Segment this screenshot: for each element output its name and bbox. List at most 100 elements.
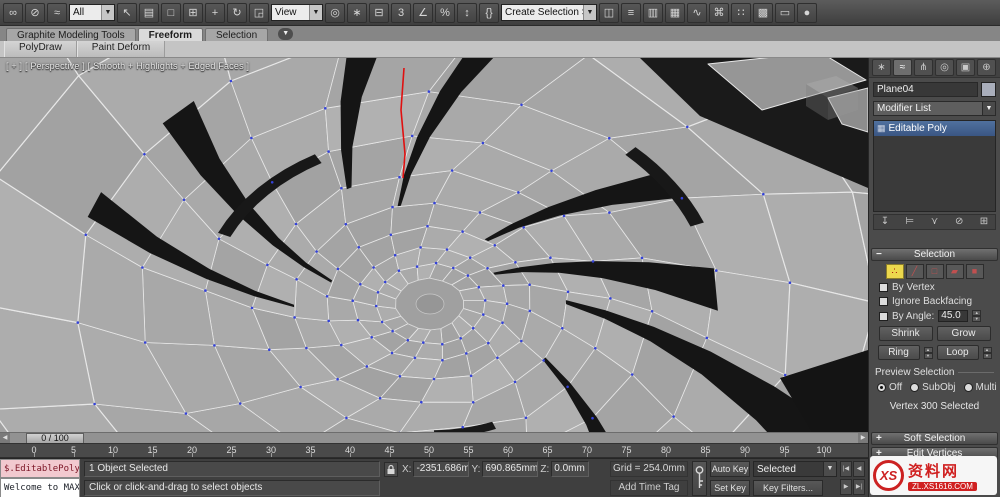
by-vertex-checkbox[interactable] <box>879 283 888 292</box>
modify-tab[interactable]: ≈ <box>893 59 912 76</box>
show-end-result-icon[interactable]: ⊨ <box>902 216 918 228</box>
preview-off-radio[interactable]: Off <box>877 382 902 393</box>
utilities-tab[interactable]: ⊕ <box>977 59 996 76</box>
object-color-swatch[interactable] <box>981 82 996 97</box>
configure-modifier-sets-icon[interactable]: ⊞ <box>976 216 992 228</box>
border-mode-icon[interactable]: □ <box>925 264 944 279</box>
bind-to-space-warp-icon[interactable]: ≈ <box>47 2 67 23</box>
stack-item-editable-poly[interactable]: ▦ Editable Poly <box>874 121 995 136</box>
ring-spinner[interactable]: ▲ ▼ <box>923 346 933 359</box>
loop-spinner[interactable]: ▲ ▼ <box>982 346 992 359</box>
schematic-view-icon[interactable]: ⌘ <box>709 2 729 23</box>
ring-button[interactable]: Ring <box>877 345 920 360</box>
maxscript-listener[interactable]: Welcome to MAX! <box>0 478 80 497</box>
align-icon[interactable]: ≡ <box>621 2 641 23</box>
render-setup-icon[interactable]: ▩ <box>753 2 773 23</box>
x-value-field[interactable]: -2351.686mm <box>413 461 470 477</box>
graphite-ribbon-toggle-icon[interactable]: ▦ <box>665 2 685 23</box>
percent-snap-icon[interactable]: % <box>435 2 455 23</box>
object-name-field[interactable]: Plane04 <box>873 82 978 97</box>
by-angle-spinner[interactable]: ▲ ▼ <box>972 310 982 322</box>
command-panel: ∗ ≈ ⋔ ◎ ▣ ⊕ Plane04 Modifier List ▼ ▦ Editabl… <box>868 58 1000 497</box>
selection-rollout-header[interactable]: − Selection <box>871 248 998 261</box>
mirror-icon[interactable]: ◫ <box>599 2 619 23</box>
selection-lock-toggle[interactable] <box>384 462 398 477</box>
by-vertex-checkbox-row[interactable]: By Vertex <box>879 282 1000 293</box>
maxscript-macro-recorder[interactable]: $.EditablePoly <box>0 459 80 478</box>
next-frame-button[interactable]: ▶ <box>840 479 852 495</box>
by-angle-checkbox[interactable] <box>879 311 888 321</box>
by-angle-value-field[interactable]: 45.0 <box>938 310 969 322</box>
ribbon-tab-freeform[interactable]: Freeform <box>137 28 204 41</box>
vertex-mode-icon[interactable]: ∴ <box>885 264 904 279</box>
select-and-manipulate-icon[interactable]: ∗ <box>347 2 367 23</box>
display-tab[interactable]: ▣ <box>956 59 975 76</box>
set-key-button[interactable]: Set Key <box>710 480 750 496</box>
status-bar: $.EditablePoly Welcome to MAX! 1 Object … <box>0 458 868 497</box>
keyboard-override-icon[interactable]: ⊟ <box>369 2 389 23</box>
previous-frame-button[interactable]: ◀ <box>853 461 865 477</box>
key-filters-button[interactable]: Key Filters... <box>753 480 823 496</box>
rectangular-selection-region-icon[interactable]: □ <box>161 2 181 23</box>
element-mode-icon[interactable]: ■ <box>965 264 984 279</box>
by-angle-row[interactable]: By Angle: 45.0 ▲ ▼ <box>879 310 1000 322</box>
viewport-label[interactable]: [ + ] [ Perspective ] [ Smooth + Highlig… <box>6 61 249 71</box>
ribbon-tab-selection[interactable]: Selection <box>205 28 269 41</box>
motion-tab[interactable]: ◎ <box>935 59 954 76</box>
render-production-icon[interactable]: ● <box>797 2 817 23</box>
hierarchy-tab[interactable]: ⋔ <box>914 59 933 76</box>
soft-selection-rollout-header[interactable]: + Soft Selection <box>871 432 998 445</box>
edit-named-selection-sets-icon[interactable]: {} <box>479 2 499 23</box>
reference-coordinate-dropdown[interactable]: View ▼ <box>271 4 323 21</box>
remove-modifier-icon[interactable]: ⊘ <box>951 216 967 228</box>
select-and-rotate-icon[interactable]: ↻ <box>227 2 247 23</box>
timeline-ruler[interactable]: 0 5 10 15 20 25 30 35 40 45 50 55 60 65 70 75 80 85 90 95 10… <box>0 443 868 458</box>
unlink-selection-icon[interactable]: ⊘ <box>25 2 45 23</box>
create-tab[interactable]: ∗ <box>872 59 891 76</box>
window-crossing-icon[interactable]: ⊞ <box>183 2 203 23</box>
modifier-list-dropdown[interactable]: Modifier List ▼ <box>873 101 996 116</box>
ribbon-panel-paint-deform[interactable]: Paint Deform <box>76 41 166 57</box>
track-bar[interactable]: ◀ 0 / 100 ▶ <box>0 432 868 444</box>
x-label: X: <box>402 463 412 475</box>
set-keys-button[interactable] <box>692 461 707 496</box>
selection-filter-dropdown[interactable]: All ▼ <box>69 4 115 21</box>
modifier-stack[interactable]: ▦ Editable Poly <box>873 120 996 212</box>
z-value-field[interactable]: 0.0mm <box>551 461 590 477</box>
selection-set-dropdown[interactable]: Selected ▼ <box>753 461 837 477</box>
layer-manager-icon[interactable]: ▥ <box>643 2 663 23</box>
ignore-backfacing-checkbox-row[interactable]: Ignore Backfacing <box>879 296 1000 307</box>
ignore-backfacing-checkbox[interactable] <box>879 297 888 306</box>
edge-mode-icon[interactable]: ╱ <box>905 264 924 279</box>
select-by-name-icon[interactable]: ▤ <box>139 2 159 23</box>
rendered-frame-window-icon[interactable]: ▭ <box>775 2 795 23</box>
spinner-snap-icon[interactable]: ↕ <box>457 2 477 23</box>
goto-start-button[interactable]: |◀ <box>840 461 852 477</box>
preview-subobj-radio[interactable]: SubObj <box>910 382 956 393</box>
polygon-mode-icon[interactable]: ▰ <box>945 264 964 279</box>
add-time-tag-button[interactable]: Add Time Tag <box>610 480 688 496</box>
curve-editor-icon[interactable]: ∿ <box>687 2 707 23</box>
use-pivot-center-icon[interactable]: ◎ <box>325 2 345 23</box>
grow-button[interactable]: Grow <box>936 326 991 341</box>
auto-key-button[interactable]: Auto Key <box>710 461 750 477</box>
snap-toggle-icon[interactable]: 3 <box>391 2 411 23</box>
y-value-field[interactable]: 690.865mm <box>482 461 539 477</box>
preview-multi-radio[interactable]: Multi <box>963 382 997 393</box>
material-editor-icon[interactable]: ∷ <box>731 2 751 23</box>
select-and-scale-icon[interactable]: ◲ <box>249 2 269 23</box>
loop-button[interactable]: Loop <box>936 345 979 360</box>
goto-end-button[interactable]: ▶| <box>853 479 865 495</box>
angle-snap-icon[interactable]: ∠ <box>413 2 433 23</box>
ribbon-minimize-button[interactable]: ▼ <box>278 28 294 40</box>
perspective-viewport[interactable]: [ + ] [ Perspective ] [ Smooth + Highlig… <box>0 58 868 432</box>
named-selection-sets-combo[interactable]: Create Selection Se▼ <box>501 4 597 21</box>
pin-stack-icon[interactable]: ↧ <box>877 216 893 228</box>
shrink-button[interactable]: Shrink <box>878 326 933 341</box>
select-and-move-icon[interactable]: + <box>205 2 225 23</box>
ribbon-tab-graphite-modeling-tools[interactable]: Graphite Modeling Tools <box>6 28 136 41</box>
select-and-link-icon[interactable]: ∞ <box>3 2 23 23</box>
select-object-icon[interactable]: ↖ <box>117 2 137 23</box>
make-unique-icon[interactable]: ⋎ <box>927 216 943 228</box>
ribbon-panel-polydraw[interactable]: PolyDraw <box>4 41 77 57</box>
